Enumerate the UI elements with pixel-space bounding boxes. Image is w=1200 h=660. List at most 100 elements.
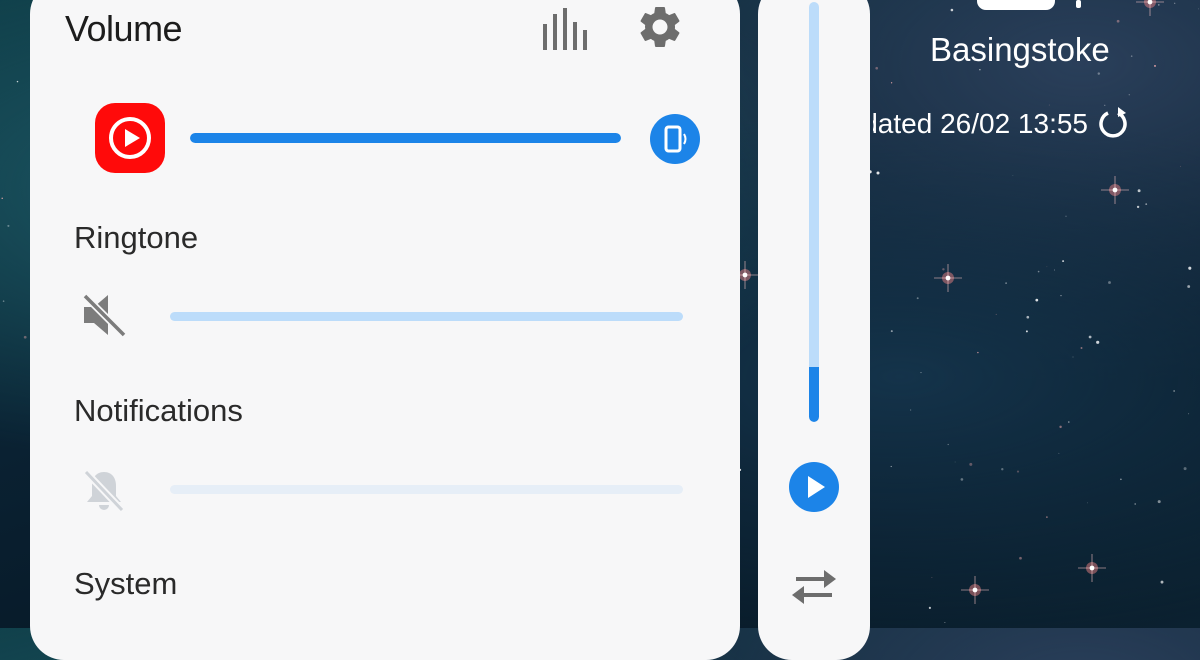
play-icon <box>808 476 825 498</box>
gear-icon[interactable] <box>635 2 685 52</box>
media-volume-fill <box>190 133 621 143</box>
star <box>920 372 922 374</box>
star <box>1120 478 1122 481</box>
star <box>1137 189 1141 193</box>
star <box>910 409 912 411</box>
weather-widget-pill <box>977 0 1055 10</box>
star <box>1188 266 1192 270</box>
star <box>1087 502 1088 504</box>
star <box>1097 72 1101 75</box>
star <box>947 443 949 446</box>
refresh-icon[interactable] <box>1095 105 1131 141</box>
star <box>1173 390 1175 392</box>
star <box>942 268 945 271</box>
star <box>1046 266 1048 268</box>
star <box>890 465 892 468</box>
star <box>960 478 964 481</box>
media-volume-slider[interactable] <box>190 133 621 143</box>
output-device-button[interactable] <box>650 114 700 164</box>
star <box>995 313 997 315</box>
vertical-volume-slider[interactable] <box>809 2 819 422</box>
volume-panel-title: Volume <box>65 8 183 49</box>
ringtone-label: Ringtone <box>74 220 199 255</box>
star <box>7 224 10 227</box>
star <box>1016 470 1020 473</box>
star <box>1108 281 1111 284</box>
star <box>1048 104 1050 106</box>
star <box>876 171 880 175</box>
star <box>1035 298 1039 302</box>
star <box>1005 282 1007 284</box>
bright-star <box>1078 554 1106 582</box>
media-side-panel <box>758 0 870 660</box>
notifications-volume-slider <box>170 485 683 494</box>
bell-off-icon <box>83 469 125 513</box>
star <box>1180 165 1181 167</box>
system-label: System <box>74 566 178 601</box>
star <box>944 622 946 623</box>
star <box>1001 468 1004 471</box>
star <box>1160 580 1164 584</box>
star <box>1197 8 1199 10</box>
star <box>1046 516 1048 518</box>
star <box>954 461 956 463</box>
star <box>1026 315 1030 319</box>
star <box>977 351 979 354</box>
star <box>23 335 27 339</box>
star <box>1019 556 1022 560</box>
bright-star <box>934 264 962 292</box>
star <box>16 80 19 83</box>
star <box>931 576 933 578</box>
star <box>1068 421 1070 423</box>
star <box>1174 2 1176 4</box>
swap-arrows-icon[interactable] <box>788 565 840 609</box>
star <box>1130 55 1133 57</box>
play-button[interactable] <box>789 462 839 512</box>
star <box>950 8 954 12</box>
star <box>1037 270 1040 273</box>
bright-star <box>961 576 989 604</box>
star <box>969 462 973 466</box>
weather-updated-time: Updated 26/02 13:55 <box>873 108 1088 139</box>
star <box>1058 452 1060 454</box>
star <box>916 297 919 300</box>
star <box>1116 19 1120 23</box>
star <box>1059 425 1062 429</box>
phone-speaker-icon <box>664 125 687 153</box>
star <box>1012 174 1014 176</box>
vertical-volume-fill <box>809 367 819 422</box>
speaker-muted-icon[interactable] <box>80 290 130 340</box>
notifications-label: Notifications <box>74 393 243 428</box>
star <box>1157 4 1160 6</box>
star <box>890 330 893 333</box>
star <box>1145 203 1148 205</box>
star <box>890 82 893 84</box>
bright-star <box>1136 0 1164 16</box>
star <box>1134 503 1137 505</box>
star <box>1157 500 1161 504</box>
star <box>1188 413 1190 415</box>
star <box>2 300 5 302</box>
star <box>1088 335 1092 339</box>
star <box>928 606 932 610</box>
weather-location: Basingstoke <box>930 31 1110 68</box>
volume-panel: Volume Ringtone Notifications System <box>30 0 740 660</box>
ringtone-volume-slider[interactable] <box>170 312 683 321</box>
star <box>1060 294 1062 297</box>
star <box>1072 356 1074 358</box>
youtube-app-icon[interactable] <box>95 103 165 173</box>
play-circle-icon <box>109 117 151 159</box>
equalizer-icon[interactable] <box>540 6 590 52</box>
star <box>1062 260 1065 263</box>
bright-star <box>1101 176 1129 204</box>
star <box>1136 205 1140 209</box>
star <box>1 197 3 200</box>
star <box>1096 340 1100 344</box>
weather-widget-mark <box>1076 0 1081 8</box>
star <box>979 69 981 71</box>
star <box>1154 64 1156 67</box>
star <box>1054 269 1055 271</box>
star <box>1128 94 1130 96</box>
star <box>1187 285 1191 288</box>
star <box>1065 215 1067 217</box>
